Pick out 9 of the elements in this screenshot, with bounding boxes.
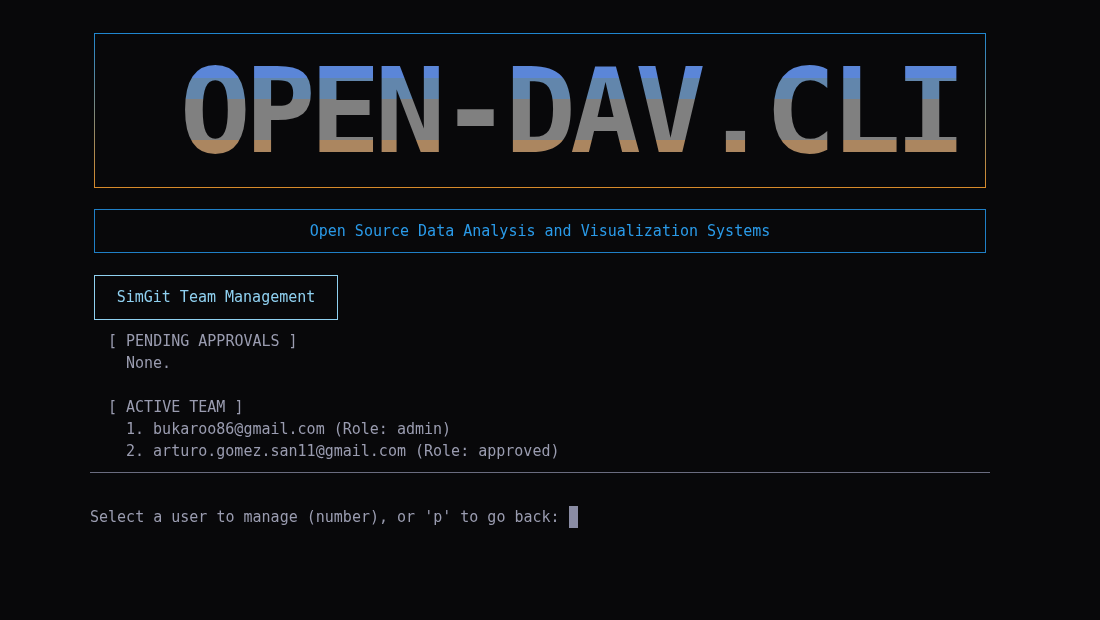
subtitle-text: Open Source Data Analysis and Visualization Systems [309, 220, 771, 242]
text-cursor[interactable] [568, 506, 578, 529]
list-line: 1. bukaroo86@gmail.com (Role: admin) [125, 419, 452, 440]
prompt-text: Select a user to manage (number), or 'p' to go back: [90, 507, 560, 528]
section-heading: [ ACTIVE TEAM ] [108, 397, 244, 418]
section-heading: [ PENDING APPROVALS ] [108, 331, 298, 352]
title-box: SimGit Team Management [94, 275, 338, 320]
list-line: None. [125, 353, 172, 374]
list-line: 2. arturo.gomez.san11@gmail.com (Role: approved) [125, 441, 560, 462]
